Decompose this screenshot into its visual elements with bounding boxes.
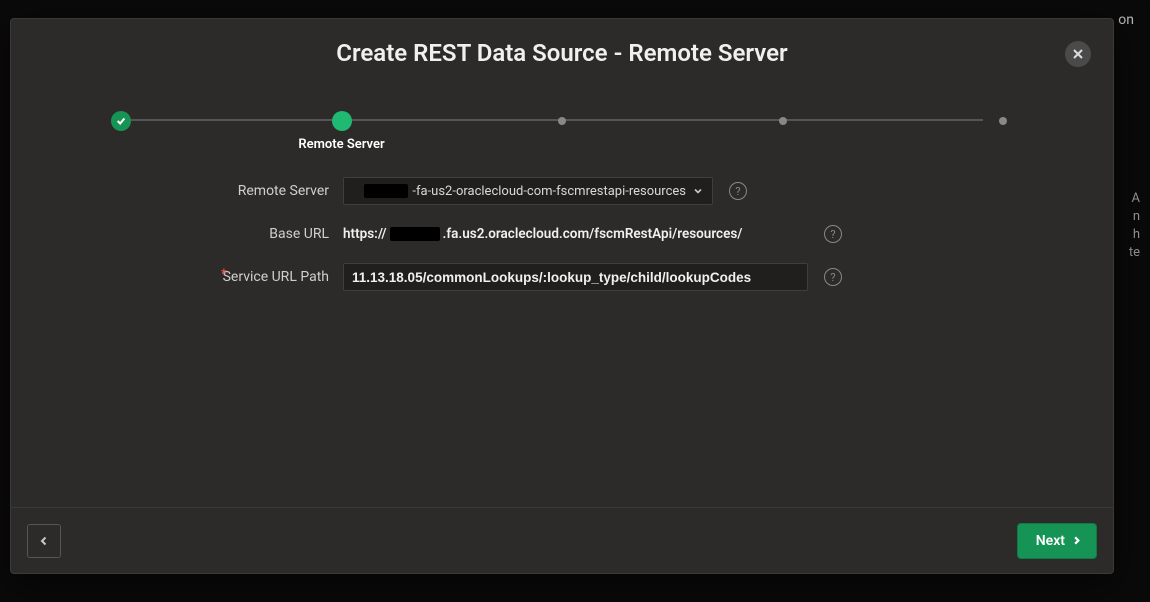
help-icon[interactable]: ? (824, 225, 842, 243)
row-service-url-path: * Service URL Path ? (71, 263, 1053, 291)
step-future-dot (558, 117, 566, 125)
step-current-dot (332, 111, 352, 131)
row-remote-server: Remote Server -fa-us2-oraclecloud-com-fs… (71, 177, 1053, 205)
step-future-dot (779, 117, 787, 125)
help-icon[interactable]: ? (729, 182, 747, 200)
background-hint-text: A n h te (1129, 190, 1140, 262)
step-5 (993, 111, 1013, 131)
redacted-block (364, 184, 408, 198)
step-1-complete (111, 111, 131, 131)
required-asterisk: * (221, 267, 227, 282)
check-icon (111, 111, 131, 131)
step-future-dot (999, 117, 1007, 125)
step-3 (552, 111, 572, 131)
next-button-label: Next (1036, 533, 1065, 549)
remote-server-select[interactable]: -fa-us2-oraclecloud-com-fscmrestapi-reso… (343, 177, 713, 205)
dialog-header: Create REST Data Source - Remote Server (11, 19, 1113, 77)
base-url-value: https:// .fa.us2.oraclecloud.com/fscmRes… (343, 226, 808, 242)
dialog-footer: Next (11, 507, 1113, 573)
chevron-left-icon (38, 535, 50, 547)
next-button[interactable]: Next (1017, 523, 1097, 559)
background-topright-text: on (1118, 12, 1134, 28)
chevron-down-icon (692, 185, 704, 197)
step-4 (773, 111, 793, 131)
label-remote-server: Remote Server (71, 183, 343, 199)
wizard-stepper: Remote Server (11, 77, 1113, 141)
service-url-path-input[interactable] (343, 263, 808, 291)
remote-server-value: -fa-us2-oraclecloud-com-fscmrestapi-reso… (352, 184, 692, 199)
row-base-url: Base URL https:// .fa.us2.oraclecloud.co… (71, 225, 1053, 243)
redacted-block (390, 227, 440, 241)
step-2-current: Remote Server (332, 111, 352, 131)
wizard-dialog: Create REST Data Source - Remote Server … (10, 18, 1114, 574)
label-service-url-path: * Service URL Path (71, 269, 343, 285)
form-area: Remote Server -fa-us2-oraclecloud-com-fs… (11, 141, 1113, 507)
label-base-url: Base URL (71, 226, 343, 242)
chevron-right-icon (1071, 535, 1082, 546)
close-button[interactable] (1065, 41, 1091, 67)
close-icon (1072, 48, 1084, 60)
step-current-label: Remote Server (298, 137, 384, 152)
dialog-title: Create REST Data Source - Remote Server (41, 39, 1083, 67)
help-icon[interactable]: ? (824, 268, 842, 286)
back-button[interactable] (27, 524, 61, 558)
